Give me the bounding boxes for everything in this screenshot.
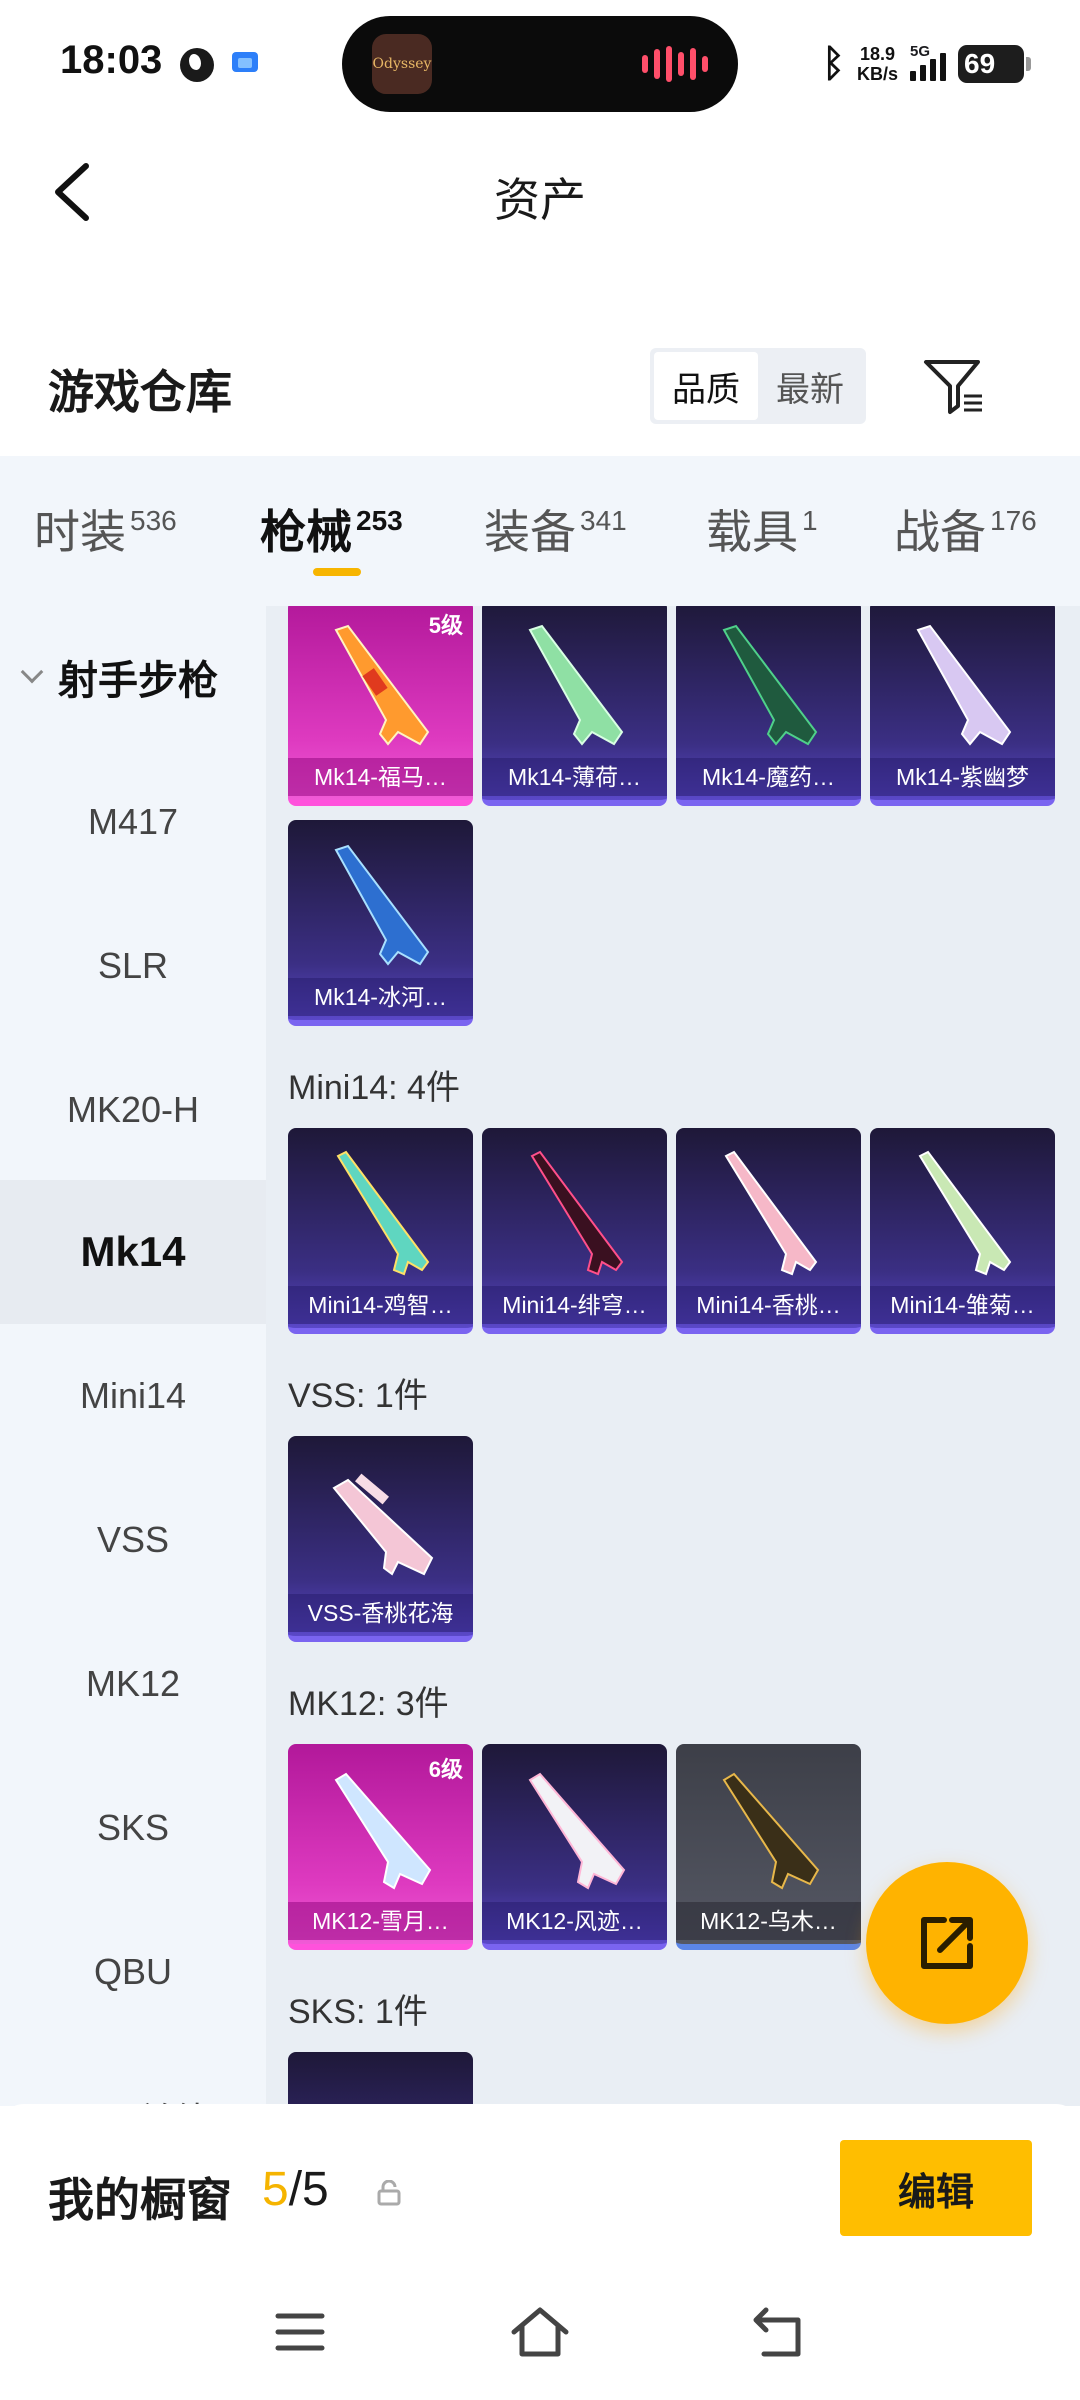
weapon-card[interactable]: Mk14-魔药… <box>676 606 861 806</box>
status-indicators: ᛒ 18.9 KB/s 5G 69 <box>822 36 1031 92</box>
share-icon <box>921 1917 973 1969</box>
battery-icon: 69 <box>958 45 1031 83</box>
card-name: Mini14-雏菊… <box>870 1286 1055 1324</box>
weapon-card[interactable]: Mini14-香桃… <box>676 1128 861 1334</box>
bluetooth-icon: ᛒ <box>822 42 845 85</box>
filter-icon[interactable] <box>922 356 986 416</box>
card-name: MK12-风迹… <box>482 1902 667 1940</box>
rifle-skin-icon <box>918 1150 1012 1276</box>
card-name: Mini14-绯穹… <box>482 1286 667 1324</box>
signal-icon: 5G <box>910 43 946 81</box>
card-name: Mk14-薄荷… <box>482 758 667 796</box>
sort-toggle: 品质 最新 <box>650 348 866 424</box>
sidebar-item-mk14[interactable]: Mk14 <box>0 1180 266 1324</box>
sidebar-item-sks[interactable]: SKS <box>0 1756 266 1900</box>
card-name: Mk14-冰河… <box>288 978 473 1016</box>
dynamic-island[interactable]: Odyssey <box>342 16 738 112</box>
card-name: Mk14-紫幽梦 <box>870 758 1055 796</box>
card-name: Mini14-香桃… <box>676 1286 861 1324</box>
tab-equipment[interactable]: 装备 341 <box>484 496 627 562</box>
chevron-down-icon <box>20 660 44 684</box>
weapon-sidebar: 射手步枪 M417 SLR MK20-H Mk14 Mini14 VSS MK1… <box>0 606 266 2106</box>
group-title-vss: VSS: 1件 <box>288 1377 428 1415</box>
weapon-card[interactable] <box>288 2052 473 2106</box>
rifle-skin-icon <box>722 624 818 746</box>
page-title: 资产 <box>494 174 586 226</box>
globe-icon <box>180 48 214 82</box>
card-level-badge: 6级 <box>428 1757 463 1782</box>
rifle-skin-icon <box>528 624 624 746</box>
rifle-skin-icon <box>332 1473 434 1576</box>
tab-outfits[interactable]: 时装 536 <box>34 496 177 562</box>
edit-button[interactable]: 编辑 <box>840 2140 1032 2236</box>
sort-by-quality[interactable]: 品质 <box>654 352 758 420</box>
weapon-card[interactable]: Mini14-雏菊… <box>870 1128 1055 1334</box>
weapon-card[interactable]: VSS-香桃花海 <box>288 1436 473 1642</box>
showcase-count: 5/5 <box>262 2163 329 2216</box>
audio-wave-icon <box>642 46 708 82</box>
sidebar-item-mk12[interactable]: MK12 <box>0 1612 266 1756</box>
weapon-card[interactable]: 6级 MK12-雪月… <box>288 1744 473 1950</box>
app-header: 资产 <box>0 130 1080 250</box>
showcase-title: 我的橱窗 <box>48 2174 232 2226</box>
sidebar-item-qbu[interactable]: QBU <box>0 1900 266 2044</box>
lock-icon <box>377 2180 401 2206</box>
weapon-card[interactable]: 5级 Mk14-福马… <box>288 606 473 806</box>
rifle-skin-icon <box>334 844 430 966</box>
odyssey-app-icon: Odyssey <box>372 34 432 94</box>
sidebar-item-vss[interactable]: VSS <box>0 1468 266 1612</box>
weapon-card[interactable]: Mini14-鸡智… <box>288 1128 473 1334</box>
rifle-skin-icon <box>528 1772 626 1890</box>
rifle-skin-icon <box>334 1772 432 1890</box>
showcase-bar: 我的橱窗 5/5 编辑 <box>0 2104 1080 2278</box>
status-time: 18:03 <box>60 38 163 82</box>
card-name: Mk14-魔药… <box>676 758 861 796</box>
sidebar-item-mk20h[interactable]: MK20-H <box>0 1038 266 1182</box>
network-speed: 18.9 KB/s <box>856 44 898 84</box>
tab-guns[interactable]: 枪械 253 <box>260 496 403 562</box>
sort-by-newest[interactable]: 最新 <box>758 352 862 420</box>
home-icon[interactable] <box>510 2302 570 2362</box>
weapon-card[interactable]: MK12-乌木… <box>676 1744 861 1950</box>
sidebar-item-m1a[interactable]: M1A 兰德 <box>0 2046 266 2106</box>
status-bar: 18:03 Odyssey ᛒ 18.9 KB/s 5G 69 <box>0 0 1080 130</box>
system-nav-bar <box>0 2278 1080 2400</box>
sidebar-item-slr[interactable]: SLR <box>0 894 266 1038</box>
menu-icon[interactable] <box>270 2302 330 2362</box>
card-name: Mini14-鸡智… <box>288 1286 473 1324</box>
rifle-skin-icon <box>916 624 1012 746</box>
active-tab-indicator <box>313 568 361 576</box>
card-level-badge: 5级 <box>428 613 463 638</box>
back-icon[interactable] <box>750 2302 810 2362</box>
warehouse-header: 游戏仓库 品质 最新 <box>0 330 1080 450</box>
rifle-skin-icon <box>530 1150 624 1276</box>
weapon-card[interactable]: Mk14-冰河… <box>288 820 473 1026</box>
group-title-mini14: Mini14: 4件 <box>288 1069 460 1107</box>
message-notification-icon <box>232 52 258 72</box>
rifle-skin-icon <box>722 1772 820 1890</box>
group-title-sks: SKS: 1件 <box>288 1993 428 2031</box>
tab-vehicles[interactable]: 载具 1 <box>706 496 818 562</box>
weapon-card[interactable]: Mk14-薄荷… <box>482 606 667 806</box>
card-name: MK12-雪月… <box>288 1902 473 1940</box>
card-name: VSS-香桃花海 <box>288 1594 473 1632</box>
rifle-skin-icon <box>334 624 430 746</box>
sidebar-group-marksman[interactable]: 射手步枪 <box>20 648 218 706</box>
category-tabs: 时装 536 枪械 253 装备 341 载具 1 战备 176 <box>0 456 1080 606</box>
card-name: MK12-乌木… <box>676 1902 861 1940</box>
group-title-mk12: MK12: 3件 <box>288 1685 449 1723</box>
sidebar-item-mini14[interactable]: Mini14 <box>0 1324 266 1468</box>
card-name: Mk14-福马… <box>288 758 473 796</box>
share-button[interactable] <box>866 1862 1028 2024</box>
weapon-card[interactable]: Mk14-紫幽梦 <box>870 606 1055 806</box>
rifle-skin-icon <box>724 1150 818 1276</box>
weapon-card[interactable]: Mini14-绯穹… <box>482 1128 667 1334</box>
weapon-card[interactable]: MK12-风迹… <box>482 1744 667 1950</box>
sidebar-item-m417[interactable]: M417 <box>0 750 266 894</box>
tab-supplies[interactable]: 战备 176 <box>894 496 1037 562</box>
warehouse-title: 游戏仓库 <box>48 366 232 418</box>
rifle-skin-icon <box>336 1150 430 1276</box>
